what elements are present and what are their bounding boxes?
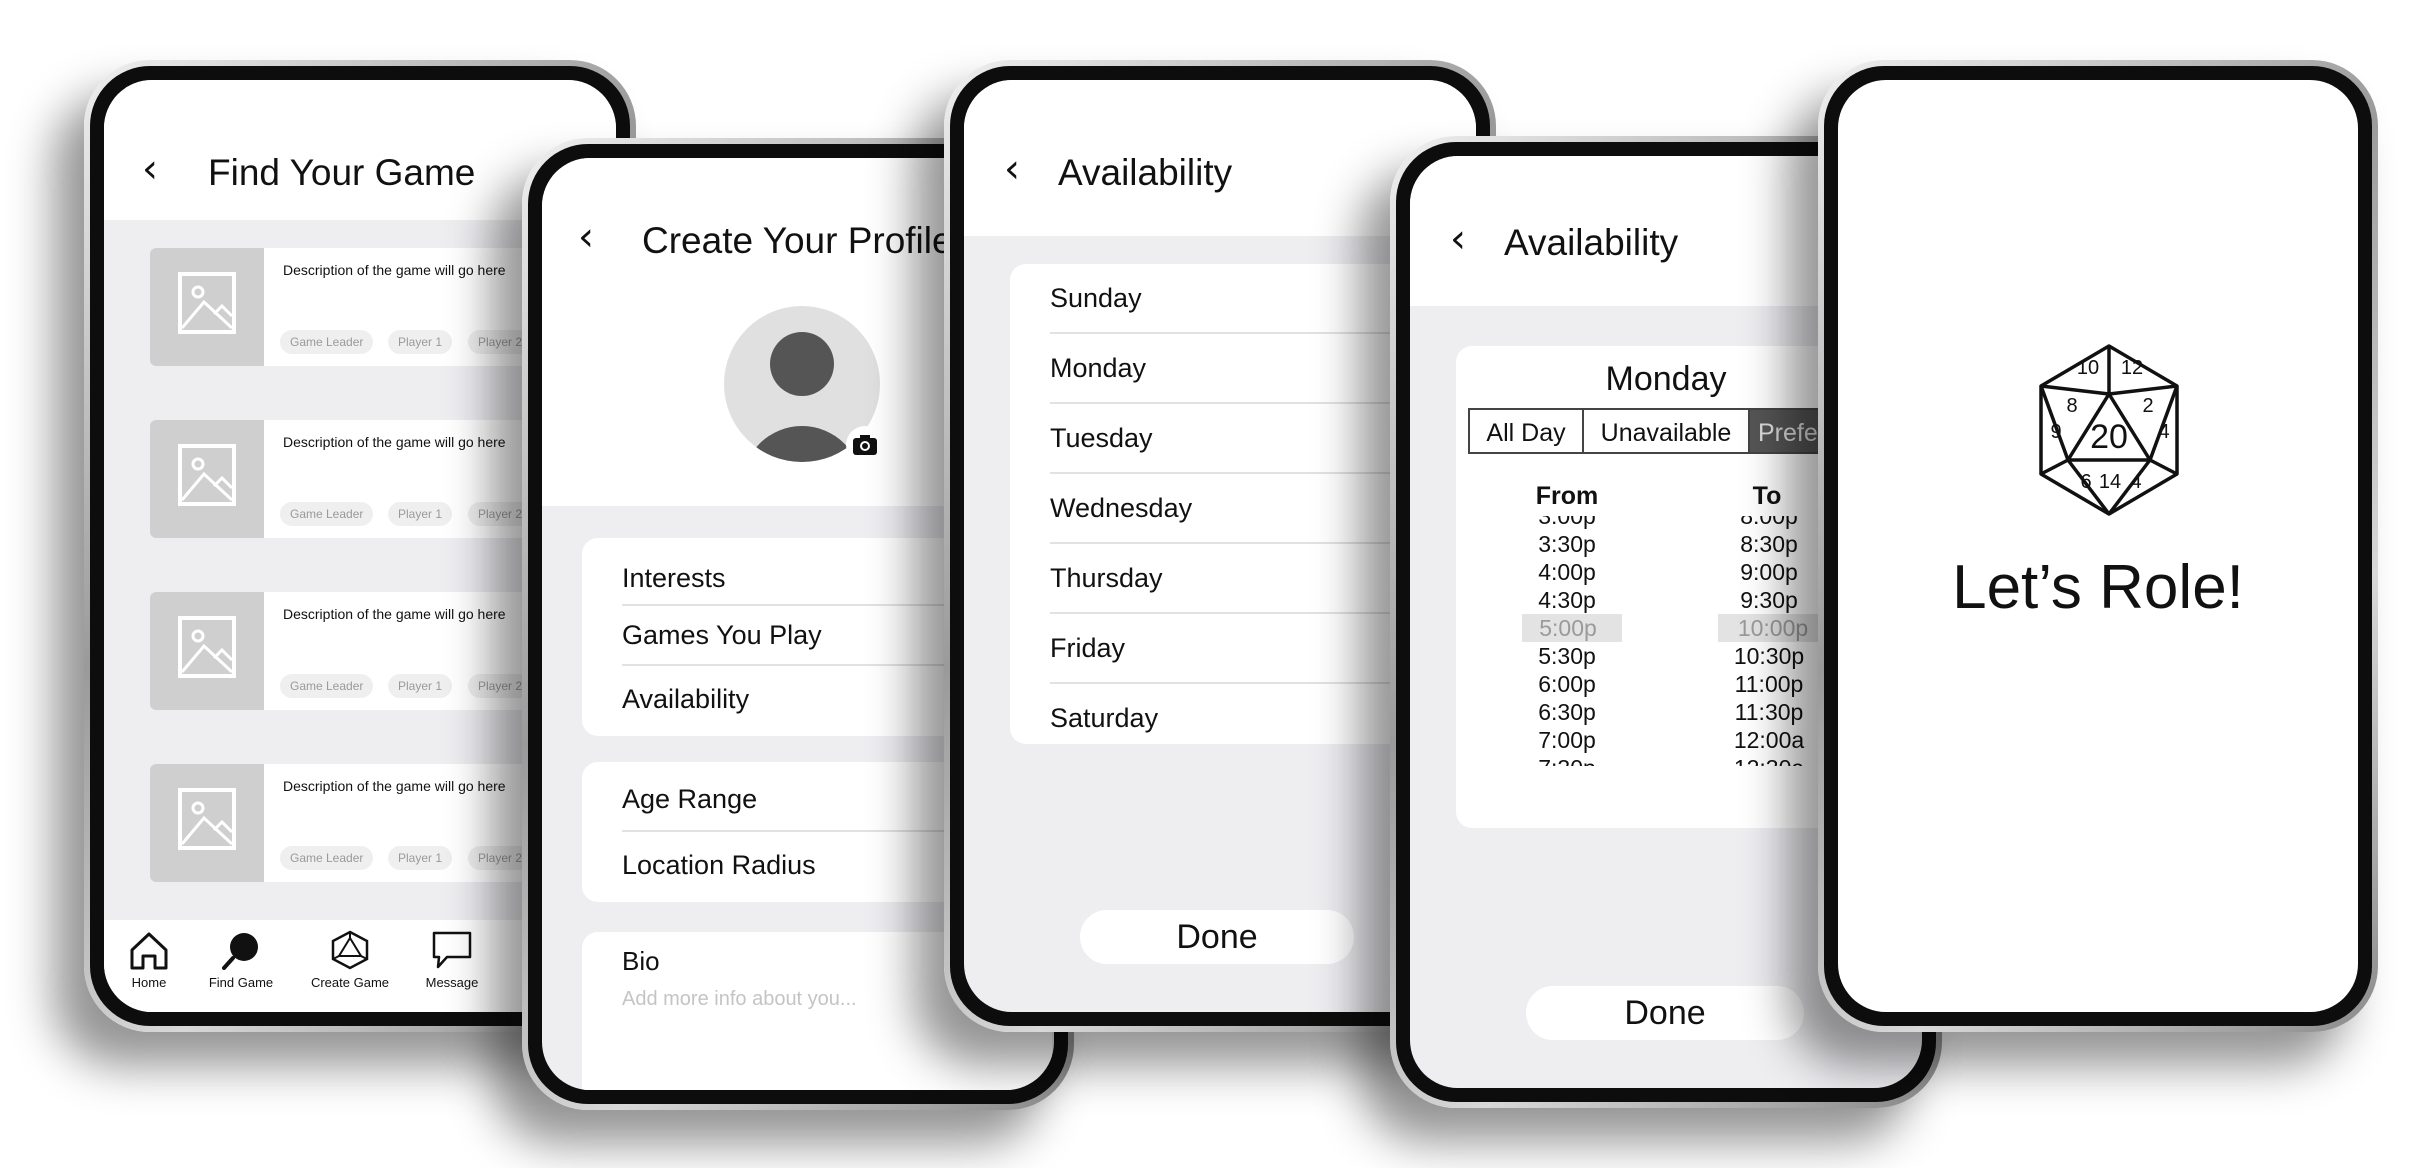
to-time-selected[interactable]: 10:00p — [1718, 614, 1828, 642]
page-title: Availability — [1058, 152, 1233, 193]
to-time-option[interactable]: 11:30p — [1724, 698, 1814, 726]
from-time-option[interactable]: 6:00p — [1522, 670, 1612, 698]
image-placeholder-icon — [150, 592, 264, 710]
svg-text:2: 2 — [2142, 395, 2153, 417]
from-time-option[interactable]: 4:00p — [1522, 558, 1612, 586]
chip-game-leader: Game Leader — [280, 846, 374, 870]
to-label: To — [1752, 482, 1782, 510]
to-time-option[interactable]: 9:30p — [1724, 586, 1814, 614]
day-heading: Monday — [1605, 360, 1727, 398]
page-title: Find Your Game — [208, 152, 476, 193]
nav-find-game-label: Find Game — [208, 975, 274, 990]
nav-message-label: Message — [425, 975, 479, 990]
svg-text:12: 12 — [2121, 357, 2143, 379]
chip-player-1: Player 1 — [388, 674, 453, 698]
back-chevron-icon[interactable]: ‹ — [1450, 216, 1466, 262]
to-time-option[interactable]: 12:00a — [1724, 726, 1814, 754]
d20-icon — [331, 930, 369, 970]
from-time-option[interactable]: 3:00p — [1522, 516, 1612, 530]
nav-message[interactable]: Message — [410, 930, 494, 990]
search-icon — [222, 933, 258, 970]
to-time-option[interactable]: 8:00p — [1724, 516, 1814, 530]
from-time-option[interactable]: 7:00p — [1522, 726, 1612, 754]
chip-player-1: Player 1 — [388, 502, 453, 526]
svg-text:4: 4 — [2158, 421, 2169, 443]
from-time-selected[interactable]: 5:00p — [1522, 614, 1622, 642]
nav-find-game[interactable]: Find Game — [196, 930, 286, 990]
phone-splash: 20 10 12 8 2 9 4 6 14 4 Let’s Role! — [1818, 60, 2378, 1032]
done-button[interactable]: Done — [1080, 910, 1354, 964]
avatar-body — [742, 426, 862, 462]
from-time-option[interactable]: 7:30p — [1522, 754, 1612, 766]
phone-bezel: 20 10 12 8 2 9 4 6 14 4 Let’s Role! — [1824, 66, 2372, 1026]
d20-face-number: 20 — [2090, 418, 2128, 456]
segment-unavailable[interactable]: Unavailable — [1582, 408, 1750, 454]
page-title: Create Your Profile — [642, 220, 953, 261]
from-time-wheel[interactable]: 3:00p 3:30p 4:00p 4:30p 5:00p 5:30p 6:00… — [1522, 516, 1622, 766]
from-label: From — [1535, 482, 1599, 510]
game-card[interactable]: Description of the game will go here Gam… — [150, 764, 570, 882]
splash-screen: 20 10 12 8 2 9 4 6 14 4 Let’s Role! — [1838, 80, 2358, 1012]
game-description: Description of the game will go here — [283, 434, 506, 450]
image-placeholder-icon — [150, 248, 264, 366]
nav-create-game[interactable]: Create Game — [300, 930, 400, 990]
chip-game-leader: Game Leader — [280, 502, 374, 526]
bio-label: Bio — [622, 946, 660, 976]
game-card[interactable]: Description of the game will go here Gam… — [150, 248, 570, 366]
svg-text:9: 9 — [2050, 421, 2061, 443]
svg-text:8: 8 — [2066, 395, 2077, 417]
svg-text:4: 4 — [2130, 471, 2141, 493]
message-icon — [432, 931, 472, 969]
home-icon — [130, 932, 168, 970]
camera-icon[interactable] — [846, 426, 884, 464]
bio-input[interactable]: Add more info about you... — [622, 988, 857, 1011]
to-time-option[interactable]: 11:00p — [1724, 670, 1814, 698]
from-time-option[interactable]: 5:30p — [1522, 642, 1612, 670]
svg-text:14: 14 — [2099, 471, 2121, 493]
chip-player-1: Player 1 — [388, 330, 453, 354]
avatar-head — [770, 332, 834, 396]
svg-text:6: 6 — [2080, 471, 2091, 493]
game-description: Description of the game will go here — [283, 778, 506, 794]
to-time-option[interactable]: 9:00p — [1724, 558, 1814, 586]
from-time-option[interactable]: 3:30p — [1522, 530, 1612, 558]
image-placeholder-icon — [150, 420, 264, 538]
chip-player-1: Player 1 — [388, 846, 453, 870]
svg-text:10: 10 — [2077, 357, 2099, 379]
from-time-option[interactable]: 4:30p — [1522, 586, 1612, 614]
image-placeholder-icon — [150, 764, 264, 882]
back-chevron-icon[interactable]: ‹ — [578, 214, 594, 260]
nav-create-game-label: Create Game — [310, 975, 390, 990]
game-card[interactable]: Description of the game will go here Gam… — [150, 592, 570, 710]
chip-game-leader: Game Leader — [280, 674, 374, 698]
tagline: Let’s Role! — [1952, 553, 2244, 622]
to-time-option[interactable]: 10:30p — [1724, 642, 1814, 670]
nav-home-label: Home — [131, 975, 167, 990]
done-button[interactable]: Done — [1526, 986, 1804, 1040]
back-chevron-icon[interactable]: ‹ — [142, 146, 158, 192]
back-chevron-icon[interactable]: ‹ — [1004, 146, 1020, 192]
chip-game-leader: Game Leader — [280, 330, 374, 354]
segment-all-day[interactable]: All Day — [1468, 408, 1584, 454]
to-time-option[interactable]: 8:30p — [1724, 530, 1814, 558]
game-card[interactable]: Description of the game will go here Gam… — [150, 420, 570, 538]
page-title: Availability — [1504, 222, 1679, 263]
d20-logo-icon: 20 10 12 8 2 9 4 6 14 4 — [2039, 344, 2179, 516]
nav-home[interactable]: Home — [114, 930, 184, 990]
to-time-option[interactable]: 12:30a — [1724, 754, 1814, 766]
from-time-option[interactable]: 6:30p — [1522, 698, 1612, 726]
game-description: Description of the game will go here — [283, 606, 506, 622]
to-time-wheel[interactable]: 8:00p 8:30p 9:00p 9:30p 10:00p 10:30p 11… — [1718, 516, 1828, 766]
game-description: Description of the game will go here — [283, 262, 506, 278]
